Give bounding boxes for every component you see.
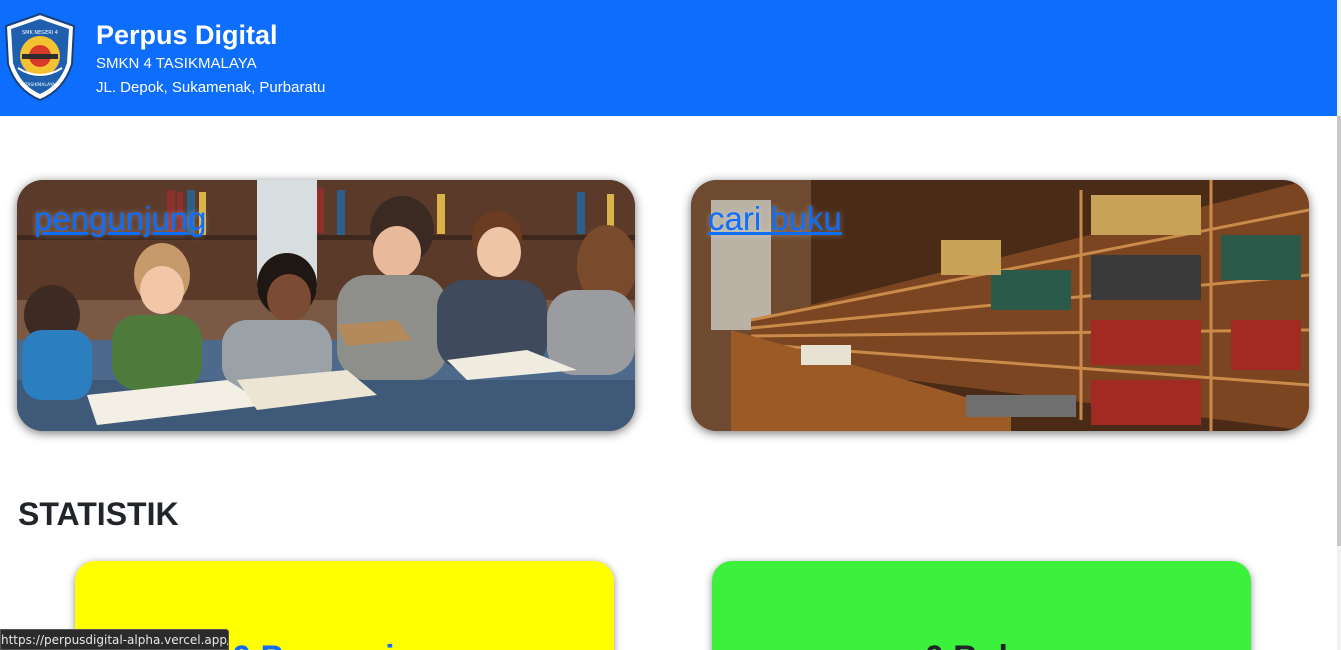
- page-scrollbar[interactable]: [1337, 0, 1341, 650]
- school-name: SMKN 4 TASIKMALAYA: [96, 55, 257, 72]
- school-address: JL. Depok, Sukamenak, Purbaratu: [96, 79, 326, 96]
- book-count-box: 0 Buku: [712, 561, 1251, 650]
- page: SMK NEGERI 4 TASIKMALAYA Perpus Digital …: [0, 0, 1341, 650]
- find-book-link[interactable]: cari buku: [708, 200, 842, 238]
- scrollbar-thumb[interactable]: [1337, 116, 1341, 546]
- logo-text-top: SMK NEGERI 4: [22, 30, 58, 36]
- site-header: SMK NEGERI 4 TASIKMALAYA Perpus Digital …: [0, 0, 1337, 116]
- visitor-link[interactable]: pengunjung: [34, 200, 207, 238]
- school-logo-icon: SMK NEGERI 4 TASIKMALAYA: [4, 12, 76, 102]
- statistics-heading: STATISTIK: [18, 496, 179, 532]
- book-count-text: 0 Buku: [712, 639, 1251, 650]
- logo-text-bottom: TASIKMALAYA: [24, 82, 56, 88]
- find-book-card[interactable]: cari buku: [691, 180, 1309, 431]
- visitor-card[interactable]: pengunjung: [17, 180, 635, 431]
- link-status-bar: https://perpusdigital-alpha.vercel.app/b…: [0, 629, 229, 650]
- app-title: Perpus Digital: [96, 20, 278, 50]
